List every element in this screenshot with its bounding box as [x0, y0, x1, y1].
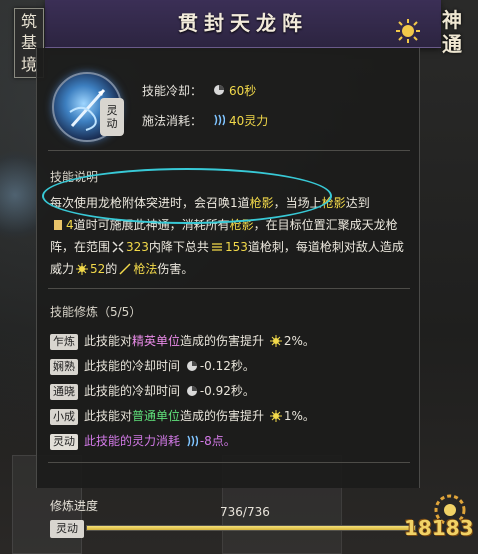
- cultivation-row: 娴熟 此技能的冷却时间 -0.12秒。: [50, 357, 255, 375]
- cultivation-row: 灵动 此技能的灵力消耗 -8点。: [50, 432, 236, 450]
- spirit-power-icon: [214, 114, 225, 126]
- desc-text: 内降下总共: [148, 240, 209, 254]
- desc-text: 道时可施展此神通，消耗所有: [73, 218, 230, 232]
- desc-text: 伤害。: [157, 262, 194, 276]
- progress-tag: 灵动: [50, 520, 84, 538]
- progress-value: 736/736: [220, 505, 270, 519]
- cultivation-row: 小成 此技能对普通单位造成的伤害提升 1%。: [50, 407, 315, 425]
- cultivation-tag: 娴熟: [50, 359, 78, 375]
- desc-text: 每次使用龙枪附体突进时，会召唤1道: [50, 196, 250, 210]
- cost-value: 40灵力: [229, 114, 269, 128]
- divider: [48, 288, 410, 289]
- progress-fill: [87, 526, 415, 530]
- row-value: 1%。: [283, 409, 315, 423]
- row-text: 此技能的冷却时间: [84, 384, 181, 398]
- desc-highlight: 枪影: [321, 196, 346, 210]
- desc-number: 4: [66, 218, 74, 232]
- power-icon: [269, 410, 282, 422]
- desc-highlight: 枪法: [133, 262, 158, 276]
- watermark-text: 18183: [404, 516, 474, 540]
- cultivation-tag: 通晓: [50, 384, 78, 400]
- row-value: -0.12秒。: [199, 359, 255, 373]
- cooldown-value: 60秒: [229, 84, 257, 98]
- power-icon: [269, 335, 282, 347]
- skill-type-tag: 灵 动: [100, 98, 124, 136]
- row-text: 此技能对: [84, 334, 133, 348]
- progress-label: 修炼进度: [50, 499, 99, 513]
- cost-label: 施法消耗：: [142, 114, 203, 128]
- row-text: 造成的伤害提升: [180, 409, 265, 423]
- cultivation-row: 通晓 此技能的冷却时间 -0.92秒。: [50, 382, 255, 400]
- skill-tag-char: 动: [106, 117, 118, 130]
- cooldown-icon: [186, 361, 197, 371]
- divider: [48, 462, 410, 463]
- skill-tag-char: 灵: [106, 104, 118, 117]
- count-icon: [211, 243, 222, 251]
- cultivation-row: 乍炼 此技能对精英单位造成的伤害提升 2%。: [50, 332, 315, 350]
- realm-char: 筑: [20, 11, 37, 31]
- row-value: -8点。: [199, 434, 236, 448]
- row-text: 此技能的冷却时间: [84, 359, 181, 373]
- cultivation-tag: 小成: [50, 409, 78, 425]
- row-value: -0.92秒。: [199, 384, 255, 398]
- desc-text: ，当场上: [273, 196, 322, 210]
- desc-number: 153: [224, 240, 248, 254]
- desc-number: 52: [90, 262, 106, 276]
- divider: [48, 150, 410, 151]
- cooldown-label: 技能冷却：: [142, 84, 203, 98]
- scroll-icon: [54, 220, 62, 230]
- cooldown-icon: [186, 386, 197, 396]
- sun-icon: [396, 19, 420, 43]
- cultivation-title: 技能修炼（5/5）: [50, 305, 142, 319]
- cultivation-tag: 乍炼: [50, 334, 78, 350]
- skill-detail-screen: 贯封天龙阵 筑 基 境 神 通 灵 动 技能冷却： 60秒 施法消耗： 40灵力…: [0, 0, 478, 554]
- desc-highlight: 枪影: [249, 196, 274, 210]
- realm-char: 境: [20, 54, 37, 74]
- spirit-power-icon: [187, 435, 198, 447]
- description-title: 技能说明: [50, 170, 99, 184]
- row-text: 造成的伤害提升: [180, 334, 265, 348]
- range-icon: [112, 241, 124, 253]
- shentong-logo: 神 通: [430, 8, 474, 66]
- cultivation-tag: 灵动: [50, 434, 78, 450]
- row-highlight: 精英单位: [132, 334, 181, 348]
- row-value: 2%。: [283, 334, 315, 348]
- row-highlight: 普通单位: [132, 409, 181, 423]
- desc-highlight: 枪影: [229, 218, 254, 232]
- desc-text: 的: [105, 262, 118, 276]
- spear-icon: [119, 263, 131, 275]
- power-icon: [76, 263, 89, 275]
- logo-char: 神: [442, 8, 462, 32]
- desc-number: 323: [126, 240, 149, 254]
- row-text: 此技能的灵力消耗: [84, 434, 181, 448]
- cooldown-icon: [214, 85, 224, 95]
- skill-title: 贯封天龙阵: [178, 11, 308, 35]
- realm-char: 基: [20, 33, 37, 52]
- logo-char: 通: [442, 32, 462, 56]
- desc-text: 达到: [345, 196, 370, 210]
- row-text: 此技能对: [84, 409, 133, 423]
- progress-bar: [86, 525, 416, 531]
- skill-description: 每次使用龙枪附体突进时，会召唤1道枪影，当场上枪影达到 4道时可施展此神通，消耗…: [50, 192, 410, 280]
